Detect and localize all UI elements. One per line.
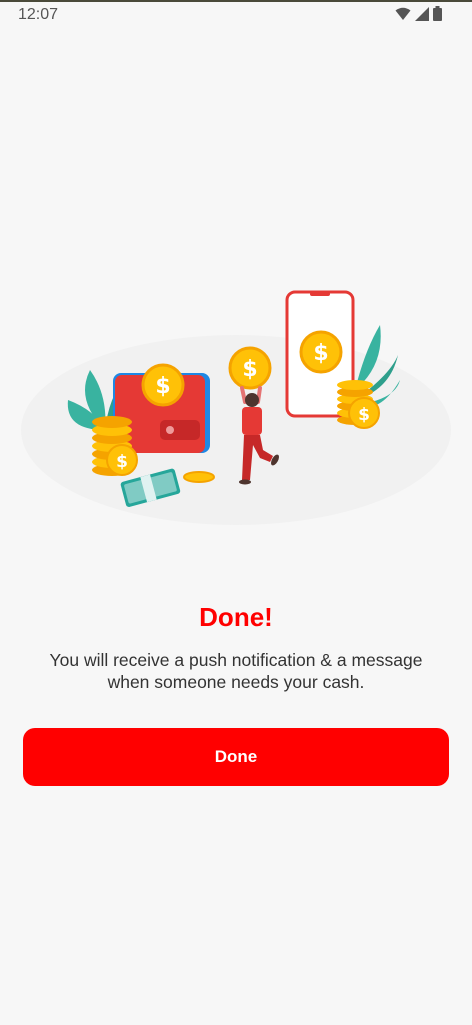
svg-text:$: $: [116, 452, 128, 472]
status-icons: [395, 6, 442, 26]
status-time: 12:07: [18, 6, 59, 23]
page-title: Done!: [199, 602, 273, 632]
cellular-signal-icon: [415, 6, 429, 26]
svg-text:$: $: [155, 374, 170, 399]
status-bar: 12:07: [0, 2, 472, 30]
confirmation-message: You will receive a push notification & a…: [49, 650, 423, 692]
svg-text:$: $: [358, 405, 370, 425]
wallet-coins-phone-illustration: $ $ $ $ $: [20, 280, 452, 530]
battery-icon: [433, 6, 442, 26]
done-button[interactable]: Done: [23, 728, 449, 786]
svg-text:$: $: [242, 357, 257, 382]
svg-text:$: $: [313, 341, 328, 366]
wifi-icon: [395, 7, 411, 26]
